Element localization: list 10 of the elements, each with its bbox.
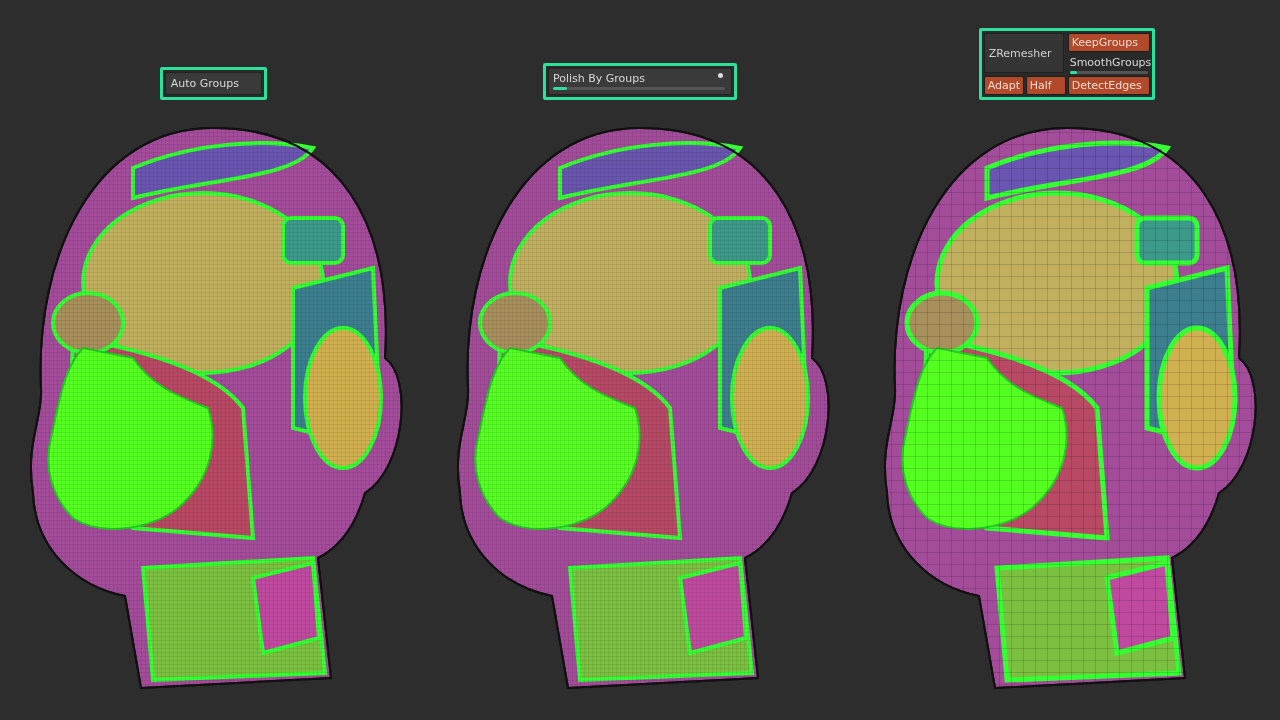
slider-label: SmoothGroups bbox=[1069, 56, 1152, 69]
slider-control[interactable]: Polish By Groups bbox=[548, 68, 732, 95]
indicator-icon bbox=[718, 73, 723, 78]
slider-label: Polish By Groups bbox=[553, 72, 646, 85]
toggle-button[interactable]: Adapt bbox=[983, 76, 1024, 95]
toggle-button[interactable]: DetectEdges bbox=[1067, 76, 1150, 95]
toggle-button[interactable]: Half bbox=[1025, 76, 1066, 95]
toggle-button[interactable]: KeepGroups bbox=[1067, 33, 1150, 52]
auto-groups-button[interactable]: Auto Groups bbox=[164, 72, 262, 95]
zremesher-button[interactable]: ZRemesher bbox=[983, 33, 1064, 73]
